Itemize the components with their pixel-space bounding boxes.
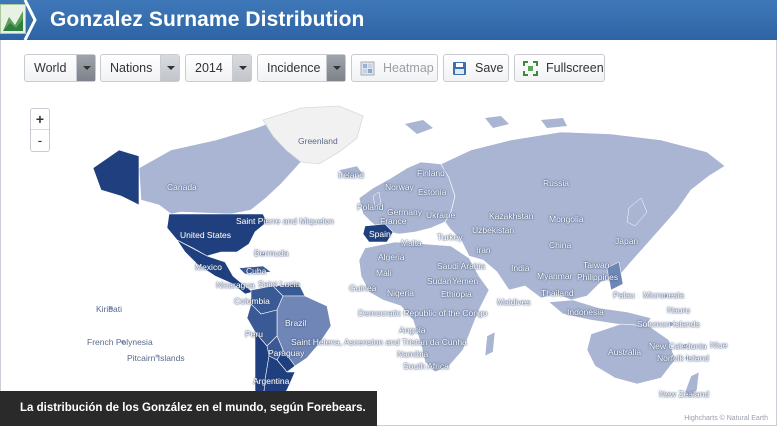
map-label: Maldives bbox=[497, 297, 531, 307]
map-label: Malta bbox=[401, 238, 422, 248]
caption-text: La distribución de los González en el mu… bbox=[20, 402, 366, 414]
map-label: Spain bbox=[369, 229, 391, 239]
map-label: New Caledonia bbox=[649, 341, 707, 351]
zoom-out-button[interactable]: - bbox=[31, 130, 49, 151]
toolbar: World Nations 2014 Incidence Heatmap Sav… bbox=[0, 40, 777, 94]
map-label: Brazil bbox=[285, 318, 307, 328]
map-label: Saint Lucia bbox=[258, 279, 301, 289]
map-label: Peru bbox=[245, 329, 263, 339]
map-label: Algeria bbox=[378, 252, 405, 262]
fullscreen-icon bbox=[523, 61, 538, 76]
heatmap-button[interactable]: Heatmap bbox=[351, 54, 438, 82]
map-label: Nicaragua bbox=[216, 280, 255, 290]
map-label: Palau bbox=[613, 290, 635, 300]
chevron-down-icon[interactable] bbox=[232, 55, 251, 81]
chevron-right-icon bbox=[23, 0, 37, 40]
map-label: Niue bbox=[710, 340, 728, 350]
save-button[interactable]: Save bbox=[443, 54, 509, 82]
map-label: Iran bbox=[476, 245, 491, 255]
map-label: Indonesia bbox=[567, 307, 604, 317]
map-label: Kazakhstan bbox=[489, 211, 534, 221]
map-label: Guinea bbox=[349, 283, 377, 293]
country-madagascar bbox=[484, 331, 496, 357]
map-label: Namibia bbox=[397, 349, 429, 359]
map-label: Paraguay bbox=[268, 348, 305, 358]
heatmap-icon bbox=[360, 61, 375, 76]
map-label: Norway bbox=[385, 182, 414, 192]
level-select-value: Nations bbox=[110, 61, 153, 75]
map-label: Mexico bbox=[195, 262, 222, 272]
map-label: China bbox=[549, 240, 572, 250]
year-select-value: 2014 bbox=[195, 61, 223, 75]
map-label: Greenland bbox=[298, 136, 338, 146]
map-label: Kiribati bbox=[96, 304, 122, 314]
photo-caption: La distribución de los González en el mu… bbox=[0, 391, 377, 426]
map-label: Japan bbox=[615, 236, 639, 246]
page-title: Gonzalez Surname Distribution bbox=[50, 8, 365, 31]
map-label: Taiwan bbox=[583, 260, 610, 270]
map-label: Uzbekistan bbox=[472, 225, 515, 235]
country-alaska bbox=[92, 149, 140, 206]
map-label: Pitcairn Islands bbox=[127, 353, 185, 363]
map-label: Nauru bbox=[667, 305, 691, 315]
chevron-down-icon[interactable] bbox=[76, 55, 95, 81]
region-select[interactable]: World bbox=[24, 54, 96, 82]
save-icon bbox=[453, 62, 466, 75]
metric-select-value: Incidence bbox=[267, 61, 321, 75]
map-label: Saint Helena, Ascension and Tristan da C… bbox=[291, 337, 467, 347]
fullscreen-button[interactable]: Fullscreen bbox=[514, 54, 605, 82]
map-label: Cuba bbox=[246, 266, 267, 276]
map-label: Philippines bbox=[577, 272, 619, 282]
map-label: Estonia bbox=[418, 187, 447, 197]
map-label: Turkey bbox=[437, 232, 463, 242]
header-bar: Gonzalez Surname Distribution bbox=[0, 0, 777, 40]
chevron-down-icon[interactable] bbox=[160, 55, 179, 81]
map-label: Argentina bbox=[253, 376, 290, 386]
map-credit[interactable]: Highcharts © Natural Earth bbox=[684, 415, 768, 422]
map-label: Saudi Arabia bbox=[437, 261, 486, 271]
map-label: Norfolk Island bbox=[657, 353, 709, 363]
map-label: Saint Pierre and Miquelon bbox=[236, 216, 334, 226]
map-label: Mongolia bbox=[549, 214, 584, 224]
map-label: Canada bbox=[167, 182, 197, 192]
map-label: Bermuda bbox=[254, 248, 289, 258]
map-label: Thailand bbox=[541, 288, 574, 298]
map-label: Solomon Islands bbox=[637, 319, 700, 329]
map-label: Mali bbox=[376, 268, 392, 278]
map-label: India bbox=[511, 263, 530, 273]
metric-select[interactable]: Incidence bbox=[257, 54, 346, 82]
map-label: Colombia bbox=[234, 296, 270, 306]
chevron-down-icon[interactable] bbox=[326, 55, 345, 81]
map-label: United States bbox=[180, 230, 232, 240]
map-label: Myanmar bbox=[537, 271, 573, 281]
zoom-in-button[interactable]: + bbox=[31, 109, 49, 130]
map-label: Democratic Republic of the Congo bbox=[358, 308, 488, 318]
map-label: Ireland bbox=[338, 170, 364, 180]
year-select[interactable]: 2014 bbox=[185, 54, 252, 82]
zoom-control: + - bbox=[30, 108, 50, 152]
map-label: Finland bbox=[417, 168, 445, 178]
map-label: Nigeria bbox=[387, 288, 414, 298]
map-label: Russia bbox=[543, 178, 569, 188]
level-select[interactable]: Nations bbox=[100, 54, 180, 82]
heatmap-label: Heatmap bbox=[383, 61, 434, 75]
map-label: French Polynesia bbox=[87, 337, 153, 347]
map-label: New Zealand bbox=[659, 389, 710, 399]
region-select-value: World bbox=[34, 61, 67, 75]
map-label: Poland bbox=[357, 202, 384, 212]
world-map[interactable]: + - Greenland Finland Ireland Canada Nor… bbox=[1, 94, 776, 425]
region-svalbard bbox=[405, 120, 433, 134]
map-label: Yemen bbox=[452, 276, 479, 286]
map-label: Angola bbox=[399, 325, 426, 335]
map-label: South Africa bbox=[403, 361, 449, 371]
region-russian-arctic-islands bbox=[485, 116, 567, 128]
map-label: Australia bbox=[608, 347, 642, 357]
save-label: Save bbox=[475, 61, 504, 75]
map-label: Micronesia bbox=[643, 290, 685, 300]
map-label: Sudan bbox=[427, 276, 452, 286]
map-label: Ukraine bbox=[426, 210, 456, 220]
map-label: France bbox=[380, 216, 407, 226]
fullscreen-label: Fullscreen bbox=[546, 61, 604, 75]
map-label: Ethiopia bbox=[441, 289, 472, 299]
